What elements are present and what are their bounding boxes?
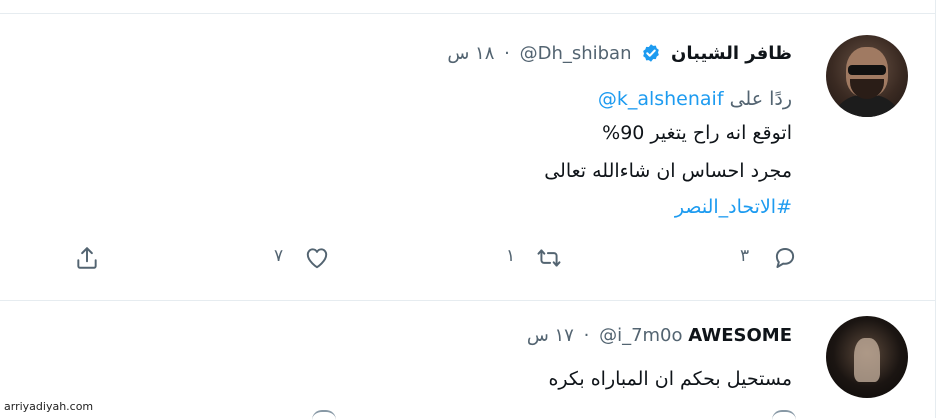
replying-to: ردًا على @k_alshenaif: [598, 84, 792, 114]
divider: [0, 300, 935, 301]
share-icon: [77, 247, 97, 269]
like-icon: [306, 248, 328, 269]
author-name[interactable]: AWESOME: [688, 325, 792, 346]
timestamp[interactable]: ١٨ س: [447, 43, 494, 64]
author-handle[interactable]: @Dh_shiban: [520, 43, 632, 64]
divider-top: [0, 13, 935, 14]
like-button[interactable]: [304, 244, 330, 272]
replying-label: ردًا على: [729, 88, 792, 110]
watermark: arriyadiyah.com: [4, 400, 94, 413]
retweet-button[interactable]: [536, 244, 562, 272]
like-count: ٧: [274, 246, 284, 266]
share-button[interactable]: [74, 244, 100, 272]
tweet-text-line: اتوقع انه راح يتغير 90%: [602, 122, 792, 144]
timeline: ظافر الشيبان @Dh_shiban · ١٨ س ردًا على …: [0, 0, 936, 418]
author-handle[interactable]: @i_7m0o: [599, 325, 682, 346]
timestamp[interactable]: ١٧ س: [527, 325, 574, 346]
avatar[interactable]: [826, 35, 908, 117]
mention-link[interactable]: @k_alshenaif: [598, 88, 724, 110]
author-name[interactable]: ظافر الشيبان: [671, 43, 792, 64]
reply-button[interactable]: [772, 244, 798, 272]
hashtag-link[interactable]: #الاتحاد_النصر: [675, 192, 792, 222]
retweet-icon: [537, 249, 561, 267]
reply-count: ٣: [740, 246, 750, 266]
reply-icon: [775, 248, 795, 268]
tweet-text-line: مستحيل بحكم ان المباراه بكره: [548, 368, 792, 390]
like-icon: [312, 410, 336, 420]
separator-dot: ·: [504, 43, 510, 64]
separator-dot: ·: [583, 325, 590, 346]
tweet-header: AWESOME @i_7m0o · ١٧ س: [527, 322, 792, 350]
tweet-text-line: مجرد احساس ان شاءالله تعالى: [544, 160, 792, 182]
tweet-header: ظافر الشيبان @Dh_shiban · ١٨ س: [447, 40, 792, 68]
retweet-count: ١: [506, 246, 516, 266]
reply-icon: [772, 410, 796, 420]
verified-badge-icon: [643, 44, 660, 62]
avatar[interactable]: [826, 316, 908, 398]
